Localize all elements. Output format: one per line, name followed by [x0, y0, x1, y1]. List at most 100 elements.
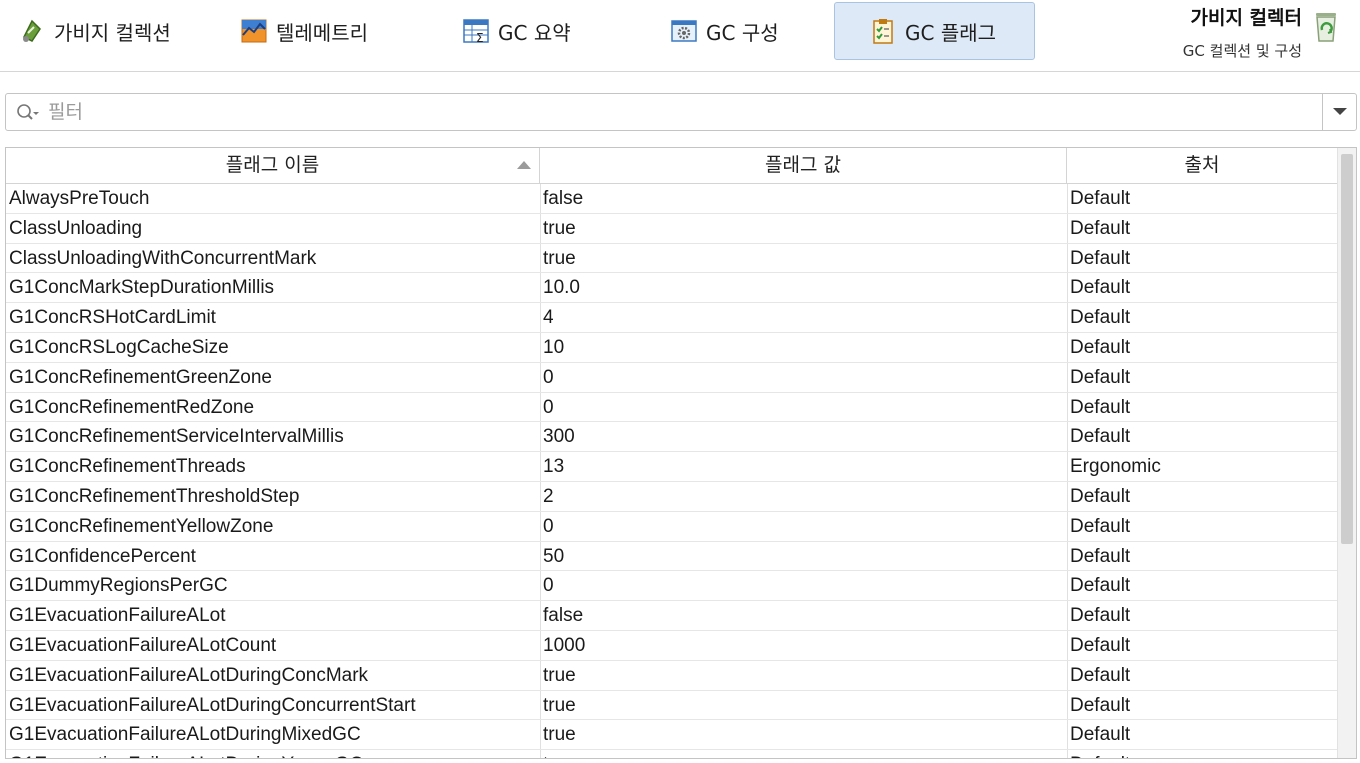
- column-header-origin[interactable]: 출처: [1067, 148, 1338, 184]
- filter-dropdown-button[interactable]: [1322, 94, 1356, 130]
- view-title: 가비지 컬렉터: [1190, 7, 1303, 29]
- flags-table: 플래그 이름 플래그 값 출처 AlwaysPreTouch false Defau…: [5, 147, 1357, 759]
- flag-name-cell: AlwaysPreTouch: [9, 188, 150, 209]
- flag-value-cell: 10: [543, 336, 565, 358]
- table-row[interactable]: G1ConcRefinementThresholdStep 2 Default: [6, 482, 1338, 512]
- flag-origin-cell: Default: [1070, 545, 1131, 567]
- flag-value-cell: 2: [543, 485, 554, 507]
- tab-telemetry[interactable]: 텔레메트리: [238, 2, 428, 60]
- table-body: AlwaysPreTouch false Default ClassUnloading…: [6, 184, 1338, 758]
- table-row[interactable]: G1ConcRefinementGreenZone 0 Default: [6, 363, 1338, 393]
- flag-origin-cell: Ergonomic: [1070, 456, 1161, 478]
- flag-origin-cell: Default: [1070, 396, 1131, 418]
- column-header-flag-name[interactable]: 플래그 이름: [6, 148, 540, 184]
- configuration-gear-icon: [670, 17, 698, 45]
- table-row[interactable]: ClassUnloadingWithConcurrentMark true Defa…: [6, 244, 1338, 274]
- flag-name-cell: G1EvacuationFailureALotDuringConcurrentS…: [9, 694, 416, 716]
- flag-origin-cell: Default: [1070, 307, 1131, 329]
- flag-origin-cell: Default: [1070, 605, 1131, 627]
- flag-name-cell: G1ConcRSHotCardLimit: [9, 307, 216, 329]
- summary-table-icon: Σ: [462, 17, 490, 45]
- flag-value-cell: 0: [543, 515, 554, 537]
- flag-origin-cell: Default: [1070, 485, 1131, 507]
- flag-value-cell: true: [543, 750, 1063, 758]
- flag-name-cell: G1ConcRefinementGreenZone: [9, 366, 272, 388]
- table-row[interactable]: ClassUnloading true Default: [6, 214, 1338, 244]
- flag-name-cell: G1ConcRefinementYellowZone: [9, 515, 274, 537]
- flag-value-cell: 50: [543, 545, 565, 567]
- tab-gc-flags[interactable]: GC 플래그: [834, 2, 1035, 60]
- table-row[interactable]: G1EvacuationFailureALotDuringConcurrentS…: [6, 691, 1338, 721]
- table-row[interactable]: G1ConfidencePercent 50 Default: [6, 542, 1338, 572]
- table-row[interactable]: G1ConcRSHotCardLimit 4 Default: [6, 303, 1338, 333]
- table-row[interactable]: G1ConcRefinementYellowZone 0 Default: [6, 512, 1338, 542]
- tab-garbage-collection[interactable]: 가비지 컬렉션: [16, 2, 206, 60]
- tab-gc-summary[interactable]: Σ GC 요약: [460, 2, 650, 60]
- telemetry-chart-icon: [240, 17, 268, 45]
- flag-name-cell: G1ConcRefinementServiceIntervalMillis: [9, 426, 344, 448]
- flag-name-cell: G1EvacuationFailureALot: [9, 605, 226, 627]
- view-subtitle: GC 컬렉션 및 구성: [1182, 42, 1302, 60]
- tab-label: 텔레메트리: [276, 20, 368, 45]
- table-row[interactable]: G1ConcMarkStepDurationMillis 10.0 Default: [6, 273, 1338, 304]
- column-header-label: 플래그 이름: [225, 154, 320, 176]
- table-row[interactable]: G1EvacuationFailureALotCount 1000 Default: [6, 631, 1338, 661]
- chevron-down-icon: [1332, 108, 1347, 115]
- tab-label: GC 플래그: [905, 20, 997, 45]
- tab-gc-configuration[interactable]: GC 구성: [668, 2, 838, 60]
- tab-label: GC 요약: [498, 20, 571, 45]
- flag-value-cell: 300: [543, 426, 575, 448]
- garbage-collection-icon: [18, 17, 46, 45]
- flag-value-cell: false: [543, 605, 584, 627]
- flag-value-cell: 0: [543, 575, 554, 597]
- flag-value-cell: true: [543, 664, 576, 686]
- flag-name-cell: G1EvacuationFailureALotCount: [9, 634, 277, 656]
- flag-origin-cell: Default: [1070, 634, 1131, 656]
- search-icon[interactable]: [16, 103, 40, 123]
- flag-value-cell: true: [543, 694, 576, 716]
- table-row[interactable]: G1ConcRefinementRedZone 0 Default: [6, 393, 1338, 423]
- flag-name-cell: G1EvacuationFailureALotDuringYoungGC: [9, 750, 537, 758]
- flag-name-cell: ClassUnloadingWithConcurrentMark: [9, 247, 317, 269]
- table-row[interactable]: G1EvacuationFailureALotDuringMixedGC true…: [6, 720, 1338, 751]
- flag-value-cell: 4: [543, 307, 554, 329]
- flag-value-cell: 10.0: [543, 277, 580, 299]
- flag-origin-cell: Default: [1070, 664, 1131, 686]
- flag-name-cell: G1ConcRefinementThresholdStep: [9, 485, 300, 507]
- svg-text:Σ: Σ: [476, 31, 484, 45]
- tab-label: 가비지 컬렉션: [54, 20, 171, 45]
- flag-name-cell: G1ConcRSLogCacheSize: [9, 336, 229, 358]
- filter-input[interactable]: [48, 98, 1318, 126]
- flag-name-cell: G1DummyRegionsPerGC: [9, 575, 228, 597]
- flag-origin-cell: Default: [1070, 336, 1131, 358]
- vertical-scrollbar[interactable]: [1337, 148, 1356, 758]
- flag-name-cell: G1ConfidencePercent: [9, 545, 196, 567]
- flag-value-cell: true: [543, 724, 576, 746]
- flag-origin-cell: Default: [1070, 426, 1131, 448]
- flag-value-cell: 0: [543, 396, 554, 418]
- flag-value-cell: false: [543, 188, 584, 209]
- flag-origin-cell: Default: [1070, 724, 1131, 746]
- flag-name-cell: G1ConcMarkStepDurationMillis: [9, 277, 275, 299]
- tab-label: GC 구성: [706, 20, 779, 45]
- flag-origin-cell: Default: [1070, 515, 1131, 537]
- table-row[interactable]: G1EvacuationFailureALot false Default: [6, 601, 1338, 631]
- table-row[interactable]: AlwaysPreTouch false Default: [6, 184, 1338, 214]
- table-header: 플래그 이름 플래그 값 출처: [6, 148, 1338, 184]
- table-row[interactable]: G1ConcRSLogCacheSize 10 Default: [6, 333, 1338, 363]
- table-row[interactable]: G1EvacuationFailureALotDuringYoungGC true…: [6, 750, 1338, 758]
- table-row[interactable]: G1ConcRefinementThreads 13 Ergonomic: [6, 452, 1338, 482]
- scrollbar-thumb[interactable]: [1341, 154, 1353, 544]
- flag-value-cell: 0: [543, 366, 554, 388]
- flag-name-cell: ClassUnloading: [9, 217, 143, 239]
- table-row[interactable]: G1DummyRegionsPerGC 0 Default: [6, 571, 1338, 602]
- flag-value-cell: 1000: [543, 634, 586, 656]
- flag-origin-cell: Default: [1070, 247, 1131, 269]
- table-row[interactable]: G1ConcRefinementServiceIntervalMillis 300…: [6, 422, 1338, 453]
- column-header-label: 플래그 값: [765, 154, 841, 176]
- flag-name-cell: G1EvacuationFailureALotDuringConcMark: [9, 664, 369, 686]
- column-header-flag-value[interactable]: 플래그 값: [540, 148, 1067, 184]
- flag-value-cell: true: [543, 247, 576, 269]
- table-row[interactable]: G1EvacuationFailureALotDuringConcMark tru…: [6, 661, 1338, 691]
- flag-value-cell: 13: [543, 456, 565, 478]
